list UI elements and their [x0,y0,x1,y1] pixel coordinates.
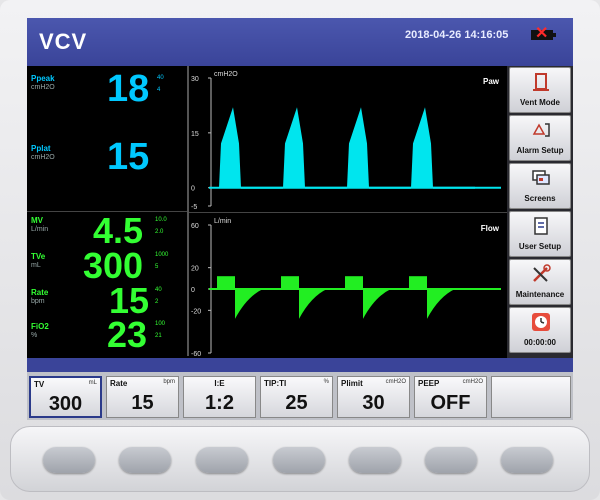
paw-chart: 30 15 0 -5 cmH2O Paw [191,71,501,210]
fio2-value: 23 [107,314,148,355]
volume-params: MV L/min 4.5 10.0 2.0 TVe mL 300 1000 5 Rate… [27,210,187,356]
header-bar: VCV 2018-04-26 14:16:05 ✕ [27,18,573,66]
tick-label: 60 [191,223,199,230]
setting-ie[interactable]: I:E 1:2 [183,376,256,418]
wave-unit: L/min [214,218,231,225]
flow-chart: 60 20 0 -20 -60 L/min Flow [191,218,501,357]
hardware-key-6[interactable] [425,447,477,473]
alarm-setup-icon [532,123,550,137]
timer-icon [532,313,550,331]
tick-label: 30 [191,76,199,83]
pplat-label: Pplat cmH2O [31,144,55,161]
status-band [27,358,573,372]
flow-waveform: 60 20 0 -20 -60 L/min Flow [189,212,507,357]
tick-label: 15 [191,131,199,138]
vent-mode-icon [533,73,549,91]
flow-exp [235,289,263,319]
hardware-key-4[interactable] [273,447,325,473]
setting-plimit[interactable]: Plimit cmH2O 30 [337,376,410,418]
wave-name: Paw [483,77,500,86]
tve-label: TVe mL [31,252,46,269]
tick-label: 20 [191,266,199,273]
pressure-params: Ppeak cmH2O 18 40 4 Pplat cmH2O 15 [27,66,187,211]
flow-exp [299,289,327,319]
paw-breath [347,107,369,188]
vent-mode-title: VCV [39,29,88,54]
maintenance-button[interactable]: Maintenance [509,259,571,305]
rate-label: Rate bpm [31,288,49,305]
mv-limits: 10.0 2.0 [155,217,167,235]
fio2-label: FiO2% [31,322,49,339]
setting-tv[interactable]: TV mL 300 [29,376,102,418]
wave-unit: cmH2O [214,71,238,78]
vent-mode-button[interactable]: Vent Mode [509,67,571,113]
flow-exp [427,289,455,319]
setting-peep[interactable]: PEEP cmH2O OFF [414,376,487,418]
battery-icon: ✕ [531,26,556,42]
wave-name: Flow [481,224,500,233]
mv-label: MV L/min [31,216,49,233]
date-time: 2018-04-26 14:16:05 [405,29,509,41]
tick-label: -60 [191,351,201,357]
setting-tip-ti[interactable]: TIP:TI% 25 [260,376,333,418]
paw-breath [219,107,241,188]
screens-button[interactable]: Screens [509,163,571,209]
screens-icon [532,170,550,185]
tick-label: -5 [191,204,197,210]
ppeak-limits: 40 4 [157,75,164,93]
ppeak-label: Ppeak cmH2O [31,74,55,91]
ventilator-screen: VCV 2018-04-26 14:16:05 ✕ Ppeak cmH2O 18… [27,18,573,420]
rate-limits: 40 2 [155,287,162,305]
pplat-value: 15 [107,136,150,178]
hardware-key-2[interactable] [119,447,171,473]
flow-exp [363,289,391,319]
ppeak-value: 18 [107,68,150,110]
tve-limits: 1000 5 [155,252,169,270]
hardware-key-5[interactable] [349,447,401,473]
hardware-key-7[interactable] [501,447,553,473]
paw-breath [411,107,433,188]
settings-bar: TV mL 300 Rate bpm 15 I:E 1:2 TIP:TI% 25 P… [27,372,573,420]
user-setup-icon [534,217,548,235]
side-menu: Vent Mode Alarm Setup Screens User Setup… [507,66,573,358]
flow-insp [409,276,427,289]
alarm-setup-button[interactable]: Alarm Setup [509,115,571,161]
hardware-key-1[interactable] [43,447,95,473]
flow-insp [281,276,299,289]
tick-label: 0 [191,186,195,193]
maintenance-icon [533,264,551,282]
user-setup-button[interactable]: User Setup [509,211,571,257]
fio2-limits: 100 21 [155,321,166,339]
tick-label: 0 [191,287,195,294]
hardware-key-panel [10,426,590,492]
paw-breath [283,107,305,188]
hardware-key-3[interactable] [196,447,248,473]
tick-label: -20 [191,308,201,315]
flow-insp [217,276,235,289]
setting-rate[interactable]: Rate bpm 15 [106,376,179,418]
paw-waveform: 30 15 0 -5 cmH2O Paw [189,66,507,210]
setting-empty[interactable] [491,376,571,418]
flow-insp [345,276,363,289]
timer-button[interactable]: 00:00:00 [509,307,571,353]
